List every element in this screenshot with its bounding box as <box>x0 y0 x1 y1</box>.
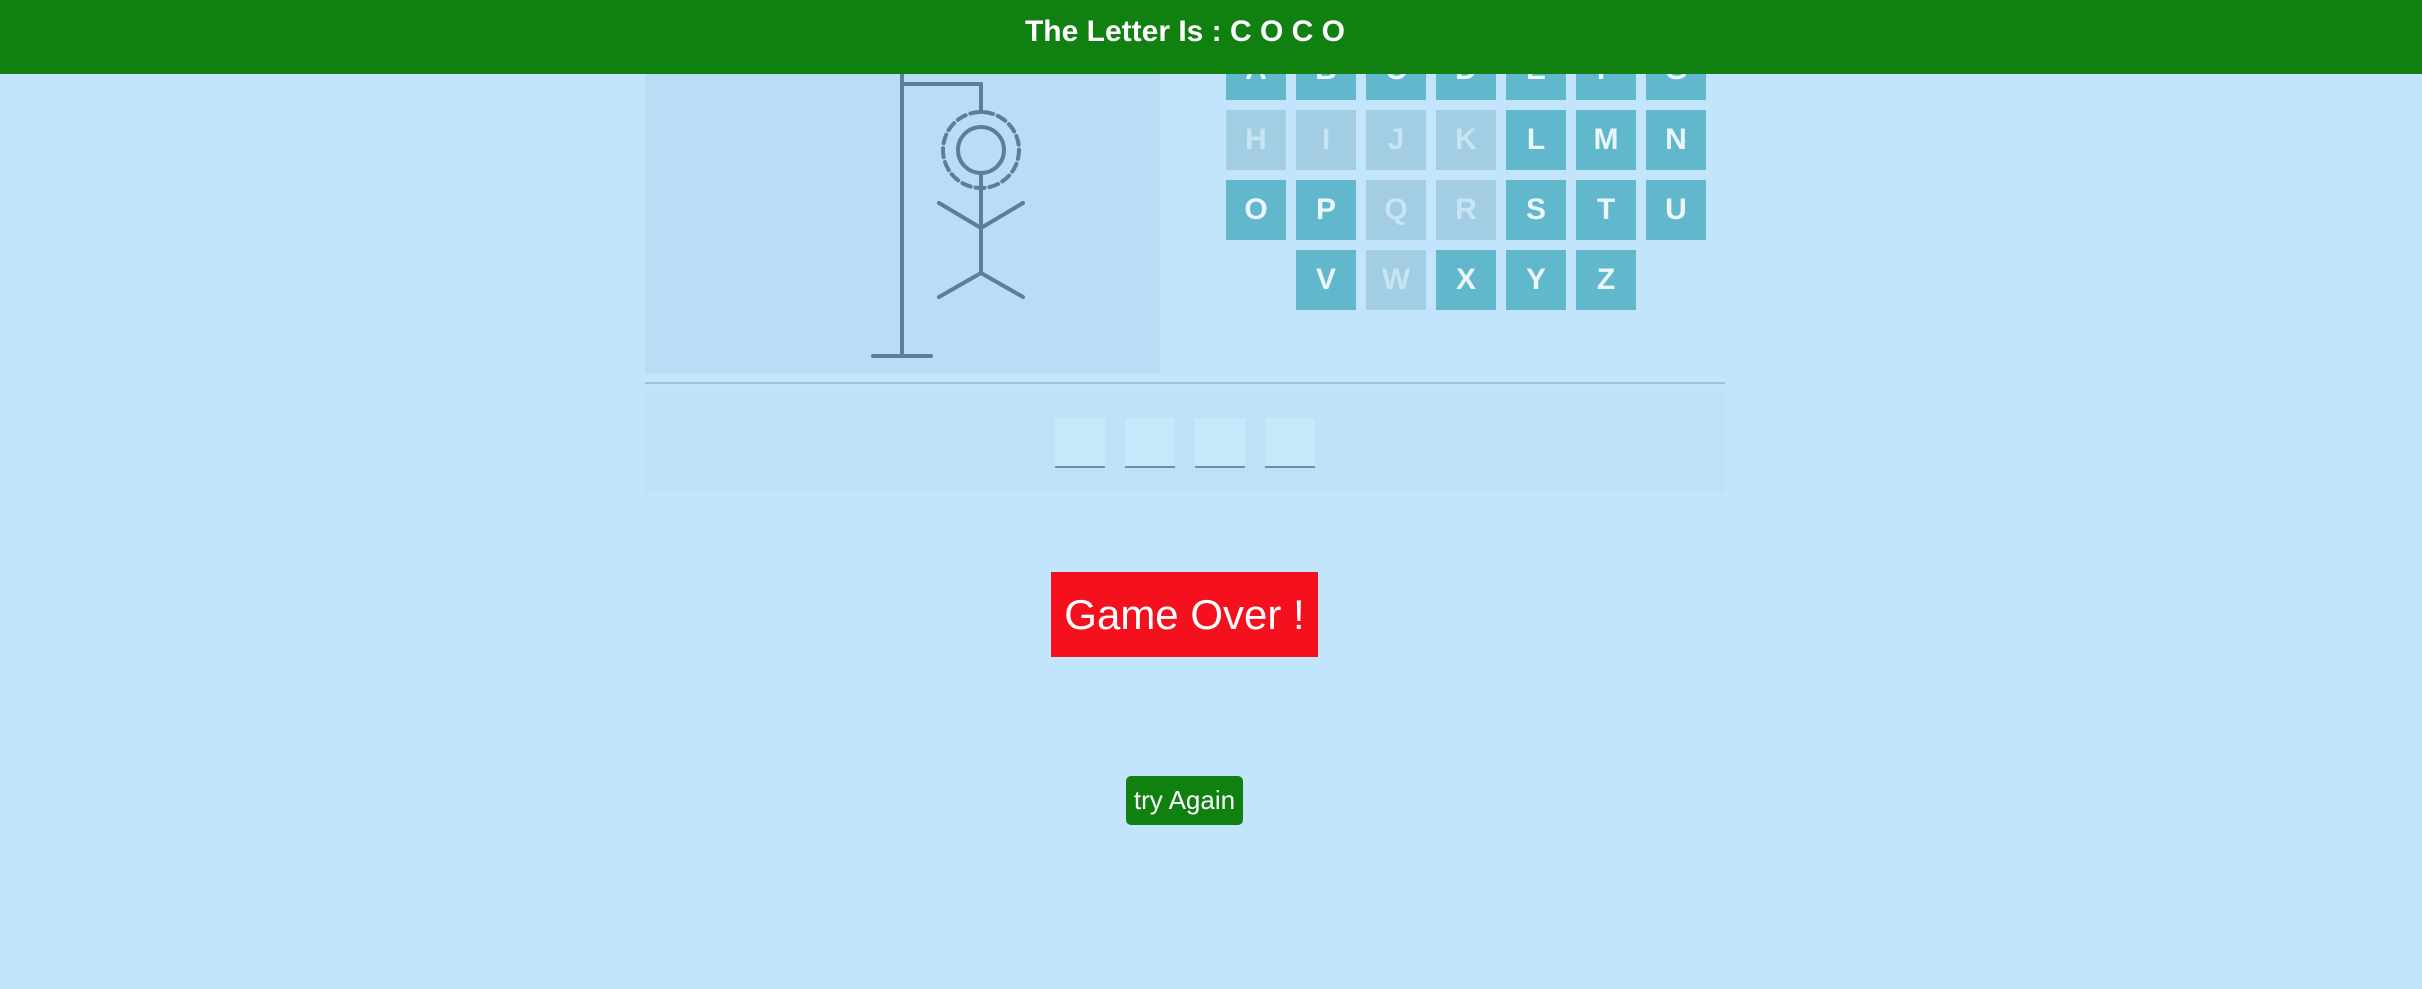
key-x[interactable]: X <box>1436 250 1496 310</box>
figure-right-leg <box>979 271 1025 299</box>
letter-slot <box>1265 418 1315 468</box>
letter-keyboard: ABCDEFGHIJKLMNOPQRSTUVWXYZ <box>1226 40 1716 330</box>
key-u[interactable]: U <box>1646 180 1706 240</box>
key-w[interactable]: W <box>1366 250 1426 310</box>
divider <box>645 382 1725 384</box>
word-panel <box>645 392 1725 492</box>
key-n[interactable]: N <box>1646 110 1706 170</box>
letter-slot <box>1055 418 1105 468</box>
try-again-button[interactable]: try Again <box>1126 776 1243 825</box>
game-over-banner: Game Over ! <box>1051 572 1318 657</box>
figure-left-arm <box>937 201 983 230</box>
key-j[interactable]: J <box>1366 110 1426 170</box>
figure-head <box>956 125 1006 175</box>
key-v[interactable]: V <box>1296 250 1356 310</box>
key-k[interactable]: K <box>1436 110 1496 170</box>
key-s[interactable]: S <box>1506 180 1566 240</box>
figure-right-arm <box>979 201 1025 230</box>
key-p[interactable]: P <box>1296 180 1356 240</box>
key-o[interactable]: O <box>1226 180 1286 240</box>
letter-slot <box>1195 418 1245 468</box>
key-r[interactable]: R <box>1436 180 1496 240</box>
hangman-drawing-panel <box>645 40 1160 374</box>
top-bar: The Letter Is : C O C O <box>0 0 2422 74</box>
letter-slot <box>1125 418 1175 468</box>
key-y[interactable]: Y <box>1506 250 1566 310</box>
key-t[interactable]: T <box>1576 180 1636 240</box>
hangman-figure <box>871 40 1025 358</box>
key-z[interactable]: Z <box>1576 250 1636 310</box>
answer-title: The Letter Is : C O C O <box>1024 15 1346 48</box>
key-m[interactable]: M <box>1576 110 1636 170</box>
figure-left-leg <box>937 271 983 299</box>
key-h[interactable]: H <box>1226 110 1286 170</box>
key-q[interactable]: Q <box>1366 180 1426 240</box>
key-i[interactable]: I <box>1296 110 1356 170</box>
key-l[interactable]: L <box>1506 110 1566 170</box>
